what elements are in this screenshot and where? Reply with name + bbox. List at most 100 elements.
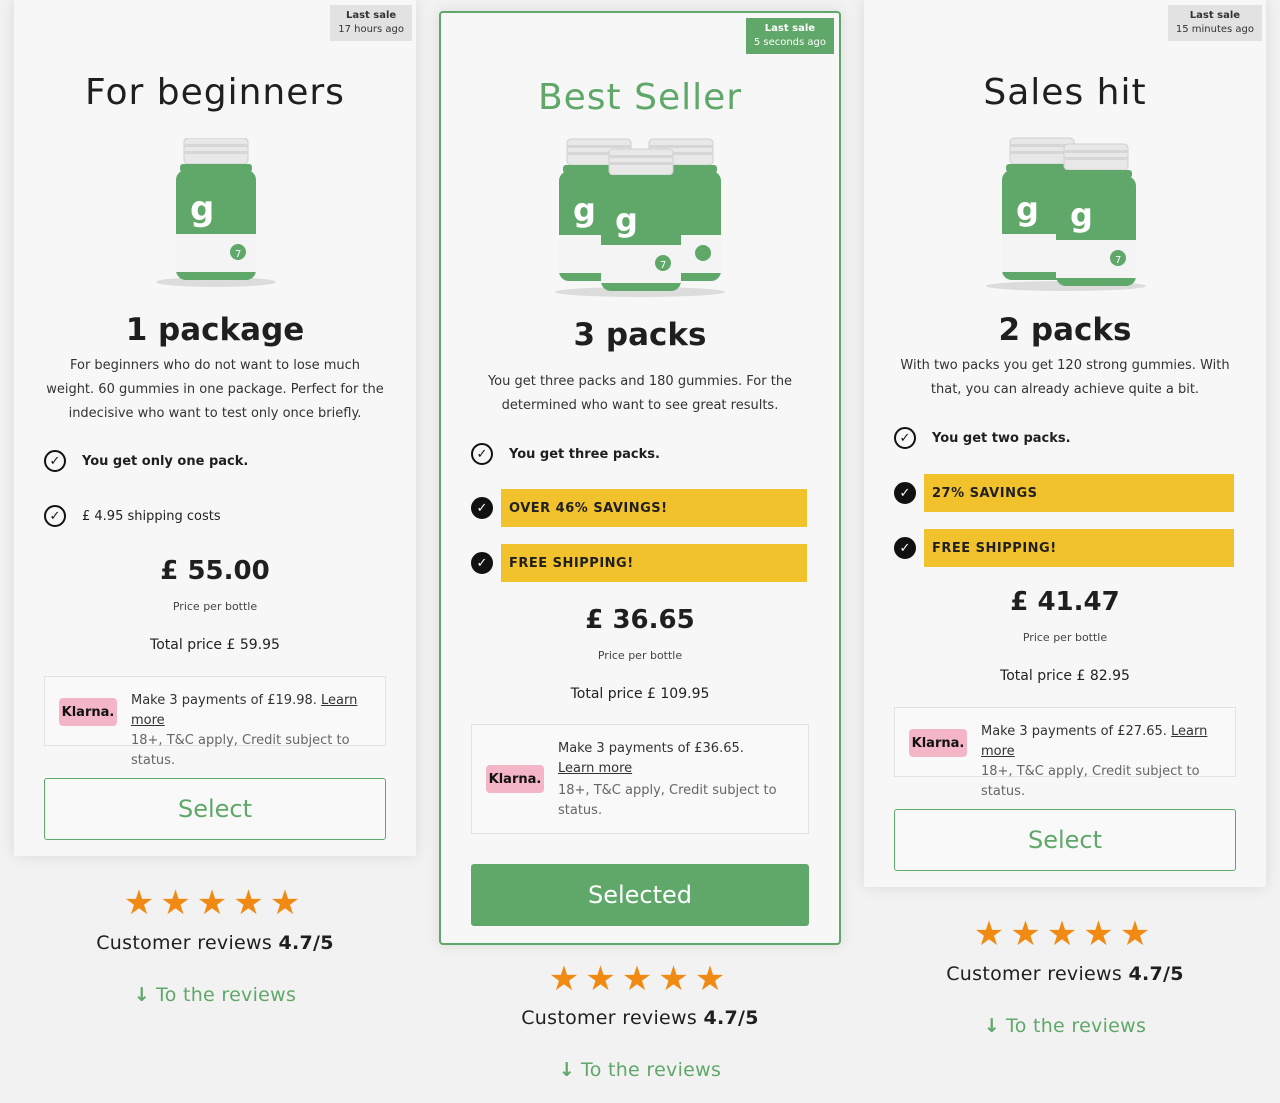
check-circle-icon: ✓ xyxy=(44,505,66,527)
check-circle-icon: ✓ xyxy=(894,537,916,559)
pricing-card-best-seller: Last sale 5 seconds ago Best Seller g g … xyxy=(439,11,841,945)
pack-title: 1 package xyxy=(125,312,305,348)
customer-reviews: Customer reviews 4.7/5 xyxy=(439,1007,841,1029)
check-circle-icon: ✓ xyxy=(471,552,493,574)
pack-description: With two packs you get 120 strong gummie… xyxy=(900,358,1230,397)
check-circle-icon: ✓ xyxy=(44,450,66,472)
pack-description: For beginners who do not want to lose mu… xyxy=(46,358,384,421)
savings-band: 27% SAVINGS xyxy=(924,474,1234,512)
check-circle-icon: ✓ xyxy=(894,482,916,504)
last-sale-label: Last sale xyxy=(764,23,816,34)
to-reviews-text: To the reviews xyxy=(1006,1015,1147,1037)
klarna-logo: Klarna. xyxy=(59,698,117,726)
klarna-terms: 18+, T&C apply, Credit subject to status… xyxy=(981,764,1200,799)
last-sale-time: 5 seconds ago xyxy=(753,37,826,48)
free-shipping-band: FREE SHIPPING! xyxy=(924,529,1234,567)
total-price: Total price £ 109.95 xyxy=(570,686,710,702)
rating-value: 4.7/5 xyxy=(278,932,334,954)
klarna-installment-text: Make 3 payments of £36.65. xyxy=(558,741,744,756)
reviews-label: Customer reviews xyxy=(96,932,273,954)
svg-text:g: g xyxy=(190,189,214,229)
customer-reviews: Customer reviews 4.7/5 xyxy=(14,932,416,954)
last-sale-label: Last sale xyxy=(1189,10,1241,21)
bottle-icon: g g 7 xyxy=(986,137,1146,291)
svg-text:7: 7 xyxy=(660,260,666,271)
last-sale-badge: Last sale 5 seconds ago xyxy=(745,18,834,54)
klarna-learn-more-link[interactable]: Learn more xyxy=(558,761,632,776)
feature-item: ✓ FREE SHIPPING! xyxy=(894,529,1234,567)
feature-item: ✓ You get only one pack. xyxy=(44,442,384,480)
price-per-bottle-label: Price per bottle xyxy=(597,649,683,662)
pricing-card-sales-hit: Last sale 15 minutes ago Sales hit g g 7… xyxy=(864,0,1266,887)
rating-stars-icon: ★★★★★ xyxy=(973,914,1157,954)
feature-item: ✓ You get three packs. xyxy=(471,435,807,473)
klarna-box: Klarna. Make 3 payments of £19.98. Learn… xyxy=(44,676,386,768)
klarna-installment-text: Make 3 payments of £27.65. xyxy=(981,724,1167,739)
product-image: g g 7 xyxy=(441,137,839,297)
feature-item: ✓ 27% SAVINGS xyxy=(894,474,1234,512)
pack-title: 2 packs xyxy=(998,312,1132,348)
check-circle-icon: ✓ xyxy=(471,497,493,519)
klarna-installment-text: Make 3 payments of £19.98. xyxy=(131,693,317,708)
card-title: For beginners xyxy=(85,72,345,113)
feature-text: You get only one pack. xyxy=(82,453,249,469)
rating-value: 4.7/5 xyxy=(703,1007,759,1029)
klarna-text: Make 3 payments of £36.65. Learn more 18… xyxy=(558,739,798,821)
arrow-down-icon: ↓ xyxy=(558,1059,576,1081)
reviews-label: Customer reviews xyxy=(521,1007,698,1029)
to-reviews-text: To the reviews xyxy=(581,1059,722,1081)
savings-band: OVER 46% SAVINGS! xyxy=(501,489,807,527)
free-shipping-band: FREE SHIPPING! xyxy=(501,544,807,582)
bottle-icon: g 7 xyxy=(156,137,276,287)
total-price: Total price £ 82.95 xyxy=(1000,668,1130,684)
feature-item: ✓ FREE SHIPPING! xyxy=(471,544,807,582)
check-circle-icon: ✓ xyxy=(894,427,916,449)
feature-item: ✓ You get two packs. xyxy=(894,419,1234,457)
last-sale-time: 17 hours ago xyxy=(338,24,404,35)
rating-stars-icon: ★★★★★ xyxy=(548,959,732,999)
svg-text:g: g xyxy=(615,201,638,239)
product-image: g g 7 xyxy=(864,136,1266,291)
price-per-bottle-label: Price per bottle xyxy=(172,600,258,613)
feature-text: £ 4.95 shipping costs xyxy=(82,508,221,524)
klarna-text: Make 3 payments of £19.98. Learn more 18… xyxy=(131,691,375,771)
total-price: Total price £ 59.95 xyxy=(150,637,280,653)
svg-text:g: g xyxy=(1016,190,1039,228)
to-reviews-link[interactable]: ↓ To the reviews xyxy=(864,1015,1266,1037)
price-per-bottle-value: £ 55.00 xyxy=(160,556,270,586)
last-sale-badge: Last sale 15 minutes ago xyxy=(1167,5,1262,41)
check-circle-icon: ✓ xyxy=(471,443,493,465)
selected-button[interactable]: Selected xyxy=(471,864,809,926)
feature-text: You get three packs. xyxy=(509,446,660,462)
klarna-terms: 18+, T&C apply, Credit subject to status… xyxy=(131,733,350,768)
last-sale-time: 15 minutes ago xyxy=(1175,24,1254,35)
pack-title: 3 packs xyxy=(573,317,707,353)
arrow-down-icon: ↓ xyxy=(133,984,151,1006)
klarna-logo: Klarna. xyxy=(909,729,967,757)
klarna-terms: 18+, T&C apply, Credit subject to status… xyxy=(558,783,777,818)
arrow-down-icon: ↓ xyxy=(983,1015,1001,1037)
klarna-logo: Klarna. xyxy=(486,765,544,793)
price-per-bottle-value: £ 36.65 xyxy=(585,605,695,635)
rating-value: 4.7/5 xyxy=(1128,963,1184,985)
to-reviews-text: To the reviews xyxy=(156,984,297,1006)
klarna-text: Make 3 payments of £27.65. Learn more 18… xyxy=(981,722,1225,802)
select-button[interactable]: Select xyxy=(894,809,1236,871)
pricing-card-beginners: Last sale 17 hours ago For beginners g 7… xyxy=(14,0,416,856)
last-sale-label: Last sale xyxy=(345,10,397,21)
svg-text:g: g xyxy=(573,191,596,229)
klarna-box: Klarna. Make 3 payments of £36.65. Learn… xyxy=(471,724,809,834)
card-title: Sales hit xyxy=(983,72,1147,113)
klarna-box: Klarna. Make 3 payments of £27.65. Learn… xyxy=(894,707,1236,799)
pack-description: You get three packs and 180 gummies. For… xyxy=(487,374,793,413)
svg-text:g: g xyxy=(1070,196,1093,234)
feature-text: You get two packs. xyxy=(932,430,1071,446)
to-reviews-link[interactable]: ↓ To the reviews xyxy=(14,984,416,1006)
select-button[interactable]: Select xyxy=(44,778,386,840)
svg-text:7: 7 xyxy=(235,249,241,260)
reviews-label: Customer reviews xyxy=(946,963,1123,985)
rating-stars-icon: ★★★★★ xyxy=(123,883,307,923)
customer-reviews: Customer reviews 4.7/5 xyxy=(864,963,1266,985)
price-per-bottle-value: £ 41.47 xyxy=(1010,587,1120,617)
to-reviews-link[interactable]: ↓ To the reviews xyxy=(439,1059,841,1081)
